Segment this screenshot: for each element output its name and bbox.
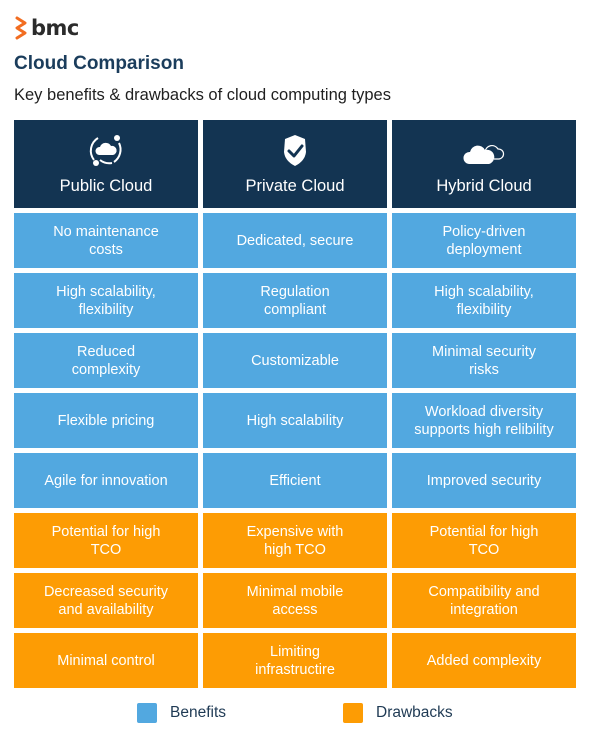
table-cell: Dedicated, secure [203, 213, 387, 268]
table-cell: Regulation compliant [203, 273, 387, 328]
column-header-label: Hybrid Cloud [436, 177, 532, 195]
table-cell: Policy-driven deployment [392, 213, 576, 268]
legend-label: Drawbacks [376, 704, 453, 721]
table-cell: Limiting infrastructire [203, 633, 387, 688]
benefits-swatch [137, 703, 157, 723]
legend-item-benefits: Benefits [137, 703, 226, 723]
table-cell: Minimal mobile access [203, 573, 387, 628]
column-header-label: Public Cloud [59, 177, 153, 195]
table-cell: Expensive with high TCO [203, 513, 387, 568]
table-cell: High scalability, flexibility [14, 273, 198, 328]
table-cell: Decreased security and availability [14, 573, 198, 628]
public-cloud-icon [89, 135, 122, 166]
table-cell: Compatibility and integration [392, 573, 576, 628]
logo-text: bmc [31, 16, 79, 40]
legend-item-drawbacks: Drawbacks [343, 703, 453, 723]
table-cell: Agile for innovation [14, 453, 198, 508]
table-cell: Workload diversity supports high relibil… [392, 393, 576, 448]
hybrid-cloud-icon [463, 144, 505, 164]
legend: Benefits Drawbacks [0, 703, 590, 723]
drawbacks-swatch [343, 703, 363, 723]
table-cell: Added complexity [392, 633, 576, 688]
table-cell: Potential for high TCO [392, 513, 576, 568]
table-cell: Efficient [203, 453, 387, 508]
table-cell: Potential for high TCO [14, 513, 198, 568]
column-header-private-cloud: Private Cloud [203, 120, 387, 208]
table-cell: Improved security [392, 453, 576, 508]
column-header-label: Private Cloud [245, 177, 345, 195]
column-header-hybrid-cloud: Hybrid Cloud [392, 120, 576, 208]
table-cell: No maintenance costs [14, 213, 198, 268]
page-subtitle: Key benefits & drawbacks of cloud comput… [14, 86, 391, 104]
shield-check-icon [284, 135, 306, 166]
column-header-public-cloud: Public Cloud [14, 120, 198, 208]
table-cell: Customizable [203, 333, 387, 388]
table-cell: High scalability [203, 393, 387, 448]
legend-label: Benefits [170, 704, 227, 721]
page-title: Cloud Comparison [14, 53, 184, 74]
table-cell: Minimal control [14, 633, 198, 688]
table-cell: Reduced complexity [14, 333, 198, 388]
comparison-table: Public Cloud Private Cloud Hybrid Cloud … [14, 120, 576, 688]
bmc-chevron-logo-icon [15, 16, 27, 40]
table-cell: High scalability, flexibility [392, 273, 576, 328]
bmc-logo: bmc [14, 15, 79, 41]
table-cell: Flexible pricing [14, 393, 198, 448]
table-cell: Minimal security risks [392, 333, 576, 388]
